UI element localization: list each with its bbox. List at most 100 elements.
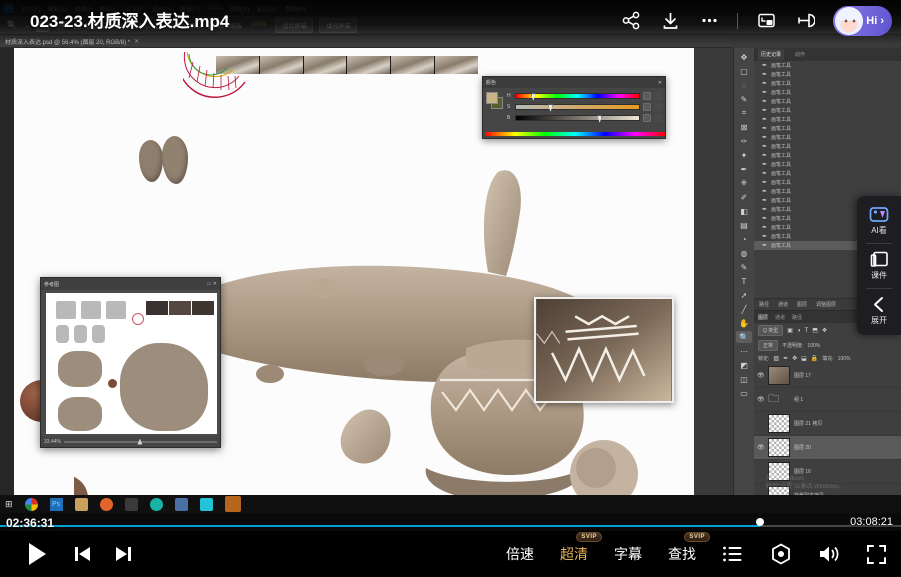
layer-visibility-icon[interactable]: 👁 (757, 396, 764, 403)
picture-in-picture-icon[interactable] (755, 10, 777, 32)
layer-row-ref[interactable]: 👁图层 17 (754, 364, 901, 388)
app-icon-blue[interactable] (175, 498, 188, 511)
lasso-tool[interactable]: ◌ (736, 79, 752, 91)
blend-mode-select[interactable]: 正常 (758, 340, 778, 351)
tab-paths[interactable]: 路径 (792, 314, 802, 321)
foreground-background-tool[interactable]: ◩ (736, 359, 752, 371)
layer-list[interactable]: 👁图层 17👁🗀组 1图层 21 拷贝👁图层 20图层 16背景副本拷贝 (754, 364, 901, 508)
crop-tool[interactable]: ⌗ (736, 107, 752, 119)
history-item[interactable]: ✒画笔工具 (754, 187, 901, 196)
history-item[interactable]: ✒画笔工具 (754, 151, 901, 160)
filter-adjustment-icon[interactable]: ◑ (797, 328, 801, 334)
history-item[interactable]: ✒画笔工具 (754, 79, 901, 88)
brightness-menu-icon[interactable] (654, 114, 662, 122)
tab-history[interactable]: 历史记录 (758, 49, 784, 60)
color-panel-close-icon[interactable]: ✕ (658, 80, 662, 86)
playlist-icon[interactable] (722, 544, 744, 564)
marquee-tool[interactable]: ▢ (736, 65, 752, 77)
color-panel-titlebar[interactable]: 颜色 ✕ (483, 77, 665, 88)
history-item[interactable]: ✒画笔工具 (754, 178, 901, 187)
lock-move-icon[interactable]: ✥ (792, 355, 797, 362)
layer-filter-type[interactable]: Q 类型 (758, 325, 783, 336)
windows-taskbar[interactable]: ⊞ Ps (0, 495, 901, 513)
move-tool[interactable]: ✥ (736, 51, 752, 63)
volume-icon[interactable] (818, 544, 840, 564)
pottery-reference-photo[interactable] (534, 297, 674, 403)
progress-track[interactable] (0, 525, 901, 527)
footer-channels[interactable]: 通道 (778, 301, 788, 308)
saturation-track[interactable] (515, 104, 640, 110)
collapse-button[interactable]: 展开 (857, 293, 901, 329)
history-item[interactable]: ✒画笔工具 (754, 169, 901, 178)
gradient-tool[interactable]: ▤ (736, 219, 752, 231)
history-item[interactable]: ✒画笔工具 (754, 97, 901, 106)
quick-mask-tool[interactable]: ◫ (736, 373, 752, 385)
progress-knob[interactable] (756, 518, 764, 526)
hue-stepper-icon[interactable] (643, 92, 651, 100)
layer-row-group[interactable]: 👁🗀组 1 (754, 388, 901, 412)
filter-shape-icon[interactable]: ⬒ (812, 327, 818, 334)
filter-type-icon[interactable]: T (805, 328, 809, 334)
zoom-tool[interactable]: 🔍 (736, 331, 752, 343)
opacity-value[interactable]: 100% (807, 343, 820, 349)
app-icon-dark[interactable] (125, 498, 138, 511)
brush-tool[interactable]: ✒ (736, 163, 752, 175)
eraser-tool[interactable]: ◧ (736, 205, 752, 217)
history-brush-tool[interactable]: ✐ (736, 191, 752, 203)
photoshop-taskbar-icon[interactable]: Ps (50, 498, 63, 511)
play-button[interactable] (22, 540, 50, 568)
color-panel[interactable]: 颜色 ✕ H (482, 76, 666, 139)
app-icon-active[interactable] (225, 496, 241, 512)
layer-row-20[interactable]: 👁图层 20 (754, 436, 901, 460)
history-item[interactable]: ✒画笔工具 (754, 124, 901, 133)
photoshop-canvas[interactable]: 参考图 ▭ ✕ (14, 48, 694, 503)
lock-nest-icon[interactable]: ⬓ (801, 355, 807, 362)
footer-adjustments[interactable]: 调整图层 (816, 301, 836, 308)
ai-watch-button[interactable]: AI看 (857, 203, 901, 239)
reference-window-zoom-slider[interactable] (64, 441, 217, 443)
more-options-icon[interactable] (698, 10, 720, 32)
type-tool[interactable]: T (736, 275, 752, 287)
cast-icon[interactable] (794, 10, 816, 32)
hand-tool[interactable]: ✋ (736, 317, 752, 329)
hue-menu-icon[interactable] (654, 92, 662, 100)
hue-slider-row[interactable]: H (507, 92, 662, 100)
footer-layers[interactable]: 图层 (797, 301, 807, 308)
healing-brush-tool[interactable]: ✦ (736, 149, 752, 161)
subtitles-button[interactable]: 字幕 (614, 544, 642, 564)
reference-window-close-icon[interactable]: ▭ ✕ (207, 281, 217, 287)
lock-transparent-icon[interactable]: ▨ (773, 355, 779, 362)
history-item[interactable]: ✒画笔工具 (754, 115, 901, 124)
download-icon[interactable] (659, 10, 681, 32)
saturation-menu-icon[interactable] (654, 103, 662, 111)
history-item[interactable]: ✒画笔工具 (754, 160, 901, 169)
windows-start-icon[interactable]: ⊞ (5, 499, 13, 510)
more-tools-icon[interactable]: ⋯ (736, 345, 752, 357)
tab-actions[interactable]: 动作 (792, 49, 808, 60)
foreground-color-swatch[interactable] (486, 92, 498, 104)
app-icon-cyan[interactable] (200, 498, 213, 511)
lock-fill-row[interactable]: 锁定: ▨ ✒ ✥ ⬓ 🔒 填充: 100% (754, 353, 901, 364)
history-item[interactable]: ✒画笔工具 (754, 70, 901, 79)
hue-thumb[interactable] (531, 93, 536, 101)
video-surface[interactable]: Ps 文件(F) 编辑(E) 图像(I) 图层(L) 文字(Y) 选择(S) 滤… (0, 0, 901, 531)
foreground-background-swatch[interactable] (486, 92, 503, 109)
layer-visibility-icon[interactable]: 👁 (757, 372, 764, 379)
filter-smart-icon[interactable]: ❖ (822, 327, 827, 334)
saturation-slider-row[interactable]: S (507, 103, 662, 111)
lock-brush-icon[interactable]: ✒ (783, 355, 788, 362)
path-select-tool[interactable]: ➚ (736, 289, 752, 301)
history-item[interactable]: ✒画笔工具 (754, 106, 901, 115)
history-item[interactable]: ✒画笔工具 (754, 142, 901, 151)
brightness-slider-row[interactable]: B (507, 114, 662, 122)
layer-row-16[interactable]: 图层 16 (754, 460, 901, 484)
quick-select-tool[interactable]: ✎ (736, 93, 752, 105)
app-icon-orange[interactable] (100, 498, 113, 511)
hue-track[interactable] (515, 93, 640, 99)
saturation-stepper-icon[interactable] (643, 103, 651, 111)
brightness-track[interactable] (515, 115, 640, 121)
share-icon[interactable] (620, 10, 642, 32)
layer-visibility-icon[interactable]: 👁 (757, 444, 764, 451)
dodge-tool[interactable]: ◍ (736, 247, 752, 259)
layer-row-21[interactable]: 图层 21 拷贝 (754, 412, 901, 436)
